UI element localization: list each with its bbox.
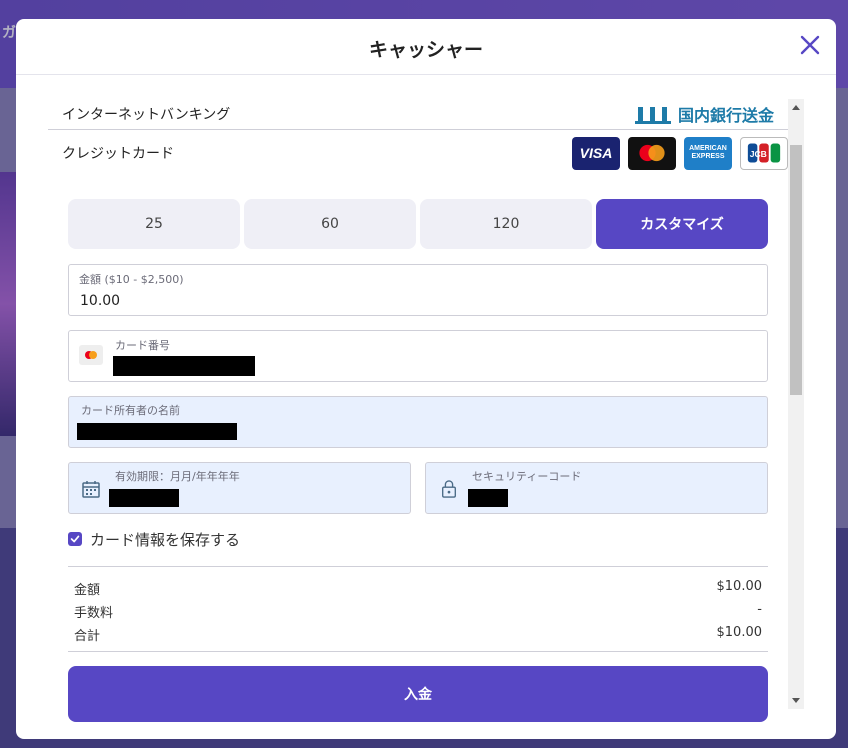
modal-header: キャッシャー	[16, 19, 836, 75]
payment-method-card[interactable]: クレジットカード VISA AMERICAN EXPRESS JCB	[48, 135, 788, 171]
lock-icon	[442, 480, 456, 498]
mastercard-circles-icon	[639, 144, 665, 162]
cashier-modal: キャッシャー インターネットバンキング 国内銀行送金 クレジットカード VISA…	[16, 19, 836, 739]
scrollbar[interactable]	[788, 99, 804, 709]
checkmark-icon	[70, 535, 80, 543]
deposit-button[interactable]: 入金	[68, 666, 768, 722]
mastercard-logo	[628, 136, 676, 170]
save-card-row[interactable]: カード情報を保存する	[68, 527, 240, 551]
bank-building-icon	[634, 107, 671, 124]
security-code-redacted	[468, 489, 508, 507]
amount-presets: 25 60 120 カスタマイズ	[68, 199, 768, 249]
scroll-down-arrow-icon[interactable]	[792, 698, 800, 703]
payment-summary: 金額 $10.00 手数料 - 合計 $10.00	[68, 566, 768, 652]
summary-total-row: 合計 $10.00	[74, 625, 762, 644]
summary-total-value: $10.00	[716, 625, 763, 640]
svg-text:JCB: JCB	[750, 149, 767, 159]
scrollbar-thumb[interactable]	[790, 145, 802, 395]
summary-fee-value: -	[757, 602, 762, 617]
visa-logo: VISA	[572, 136, 620, 170]
amount-preset-60[interactable]: 60	[244, 199, 416, 249]
save-card-label: カード情報を保存する	[90, 530, 241, 549]
jcb-emblem-icon: JCB	[747, 143, 781, 163]
cardholder-name-field[interactable]: カード所有者の名前	[68, 396, 768, 448]
security-code-field[interactable]: セキュリティーコード	[425, 462, 768, 514]
save-card-checkbox[interactable]	[68, 532, 82, 546]
expiry-redacted	[109, 489, 179, 507]
scroll-up-arrow-icon[interactable]	[792, 105, 800, 110]
payment-method-bank[interactable]: インターネットバンキング 国内銀行送金	[48, 99, 788, 129]
divider	[48, 129, 788, 130]
cashier-scroll-area: インターネットバンキング 国内銀行送金 クレジットカード VISA AMERIC…	[48, 99, 788, 722]
summary-amount-value: $10.00	[716, 579, 763, 594]
amount-field-label: 金額 ($10 - $2,500)	[79, 273, 184, 286]
calendar-icon	[82, 481, 100, 498]
amount-preset-25[interactable]: 25	[68, 199, 240, 249]
amex-logo: AMERICAN EXPRESS	[684, 136, 732, 170]
close-button[interactable]	[798, 33, 822, 57]
bank-logo-text: 国内銀行送金	[677, 106, 774, 125]
card-brand-icon	[79, 345, 103, 365]
amount-preset-120[interactable]: 120	[420, 199, 592, 249]
amount-preset-custom[interactable]: カスタマイズ	[596, 199, 768, 249]
card-logos: VISA AMERICAN EXPRESS JCB	[572, 136, 788, 170]
bank-method-label: インターネットバンキング	[62, 107, 231, 123]
card-method-label: クレジットカード	[62, 146, 174, 162]
amount-field-value: 10.00	[80, 293, 121, 309]
cardholder-name-label: カード所有者の名前	[81, 404, 180, 417]
card-number-field[interactable]: カード番号	[68, 330, 768, 382]
summary-amount-row: 金額 $10.00	[74, 579, 762, 598]
security-code-label: セキュリティーコード	[472, 470, 582, 483]
jcb-logo: JCB	[740, 136, 788, 170]
bank-transfer-logo: 国内銀行送金	[634, 102, 774, 126]
summary-fee-label: 手数料	[74, 606, 114, 621]
expiry-field[interactable]: 有効期限：月月/年年年年	[68, 462, 411, 514]
summary-amount-label: 金額	[74, 583, 101, 598]
modal-title: キャッシャー	[368, 39, 483, 61]
expiry-label: 有効期限：月月/年年年年	[115, 470, 240, 483]
card-number-redacted	[113, 356, 255, 376]
summary-total-label: 合計	[74, 629, 101, 644]
card-number-label: カード番号	[115, 339, 170, 352]
close-icon	[800, 35, 820, 55]
summary-fee-row: 手数料 -	[74, 602, 762, 621]
amount-field[interactable]: 金額 ($10 - $2,500) 10.00	[68, 264, 768, 316]
cardholder-name-redacted	[77, 423, 237, 440]
